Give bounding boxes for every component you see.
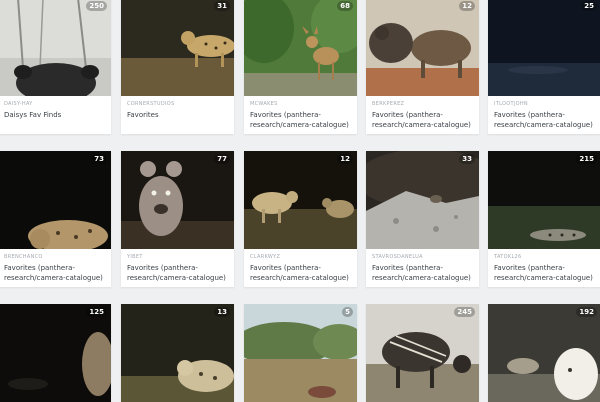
collection-card[interactable]: 125 xyxy=(0,304,111,402)
collection-thumbnail[interactable]: 245 xyxy=(366,304,479,402)
collection-title[interactable]: Favorites (panthera-research/camera-cata… xyxy=(250,110,351,130)
thumbnail-image xyxy=(0,0,111,96)
collection-thumbnail[interactable]: 31 xyxy=(121,0,234,96)
collection-owner[interactable]: tatokl26 xyxy=(494,254,595,260)
collection-owner[interactable]: itlootjohn xyxy=(494,101,595,107)
collection-title[interactable]: Favorites (panthera-research/camera-cata… xyxy=(127,263,228,283)
collection-card[interactable]: 25 itlootjohn Favorites (panthera-resear… xyxy=(488,0,600,134)
collection-card[interactable]: 250 daisy-hay Daisys Fav Finds xyxy=(0,0,111,134)
collection-title[interactable]: Favorites (panthera-research/camera-cata… xyxy=(250,263,351,283)
image-count-badge: 13 xyxy=(214,307,230,317)
collection-card[interactable]: 33 stavrosdanelua Favorites (panthera-re… xyxy=(366,151,479,287)
image-count-badge: 5 xyxy=(342,307,353,317)
collections-grid: 250 daisy-hay Daisys Fav Finds 31 corner… xyxy=(0,0,600,402)
collection-owner[interactable]: yibet xyxy=(127,254,228,260)
thumbnail-image xyxy=(366,151,479,249)
collection-owner[interactable]: berkperez xyxy=(372,101,473,107)
image-count-badge: 245 xyxy=(454,307,475,317)
collection-card[interactable]: 245 xyxy=(366,304,479,402)
collection-title[interactable]: Favorites (panthera-research/camera-cata… xyxy=(4,263,105,283)
image-count-badge: 250 xyxy=(86,1,107,11)
collection-owner[interactable]: mcwakes xyxy=(250,101,351,107)
collection-title[interactable]: Daisys Fav Finds xyxy=(4,110,105,120)
image-count-badge: 12 xyxy=(337,154,353,164)
image-count-badge: 77 xyxy=(214,154,230,164)
image-count-badge: 12 xyxy=(459,1,475,11)
image-count-badge: 73 xyxy=(91,154,107,164)
thumbnail-image xyxy=(0,304,111,402)
collection-card[interactable]: 77 yibet Favorites (panthera-research/ca… xyxy=(121,151,234,287)
thumbnail-image xyxy=(121,304,234,402)
thumbnail-image xyxy=(488,151,600,249)
collection-owner[interactable]: clarkwyz xyxy=(250,254,351,260)
collection-thumbnail[interactable]: 12 xyxy=(244,151,357,249)
image-count-badge: 68 xyxy=(337,1,353,11)
thumbnail-image xyxy=(366,304,479,402)
image-count-badge: 192 xyxy=(576,307,597,317)
collection-thumbnail[interactable]: 192 xyxy=(488,304,600,402)
image-count-badge: 33 xyxy=(459,154,475,164)
thumbnail-image xyxy=(244,151,357,249)
thumbnail-image xyxy=(488,304,600,402)
collection-card[interactable]: 31 cornerstudios Favorites xyxy=(121,0,234,134)
collection-card[interactable]: 12 clarkwyz Favorites (panthera-research… xyxy=(244,151,357,287)
collection-owner[interactable]: stavrosdanelua xyxy=(372,254,473,260)
collection-thumbnail[interactable]: 12 xyxy=(366,0,479,96)
collection-card[interactable]: 192 xyxy=(488,304,600,402)
thumbnail-image xyxy=(366,0,479,96)
thumbnail-image xyxy=(121,151,234,249)
collection-card[interactable]: 13 xyxy=(121,304,234,402)
collection-thumbnail[interactable]: 250 xyxy=(0,0,111,96)
collection-card[interactable]: 5 xyxy=(244,304,357,402)
collection-thumbnail[interactable]: 125 xyxy=(0,304,111,402)
collection-title[interactable]: Favorites (panthera-research/camera-cata… xyxy=(372,110,473,130)
collection-thumbnail[interactable]: 25 xyxy=(488,0,600,96)
collection-owner[interactable]: brenchanco xyxy=(4,254,105,260)
image-count-badge: 25 xyxy=(581,1,597,11)
collection-title[interactable]: Favorites (panthera-research/camera-cata… xyxy=(494,110,595,130)
image-count-badge: 125 xyxy=(86,307,107,317)
thumbnail-image xyxy=(488,0,600,96)
collection-title[interactable]: Favorites xyxy=(127,110,228,120)
collection-card[interactable]: 12 berkperez Favorites (panthera-researc… xyxy=(366,0,479,134)
collection-owner[interactable]: daisy-hay xyxy=(4,101,105,107)
thumbnail-image xyxy=(121,0,234,96)
image-count-badge: 31 xyxy=(214,1,230,11)
collection-title[interactable]: Favorites (panthera-research/camera-cata… xyxy=(494,263,595,283)
collection-card[interactable]: 215 tatokl26 Favorites (panthera-researc… xyxy=(488,151,600,287)
collection-thumbnail[interactable]: 77 xyxy=(121,151,234,249)
collection-title[interactable]: Favorites (panthera-research/camera-cata… xyxy=(372,263,473,283)
collection-owner[interactable]: cornerstudios xyxy=(127,101,228,107)
collection-thumbnail[interactable]: 73 xyxy=(0,151,111,249)
thumbnail-image xyxy=(244,304,357,402)
collection-card[interactable]: 68 mcwakes Favorites (panthera-research/… xyxy=(244,0,357,134)
collection-thumbnail[interactable]: 5 xyxy=(244,304,357,402)
collection-thumbnail[interactable]: 68 xyxy=(244,0,357,96)
image-count-badge: 215 xyxy=(576,154,597,164)
thumbnail-image xyxy=(0,151,111,249)
collection-thumbnail[interactable]: 33 xyxy=(366,151,479,249)
thumbnail-image xyxy=(244,0,357,96)
collection-thumbnail[interactable]: 13 xyxy=(121,304,234,402)
collection-thumbnail[interactable]: 215 xyxy=(488,151,600,249)
collection-card[interactable]: 73 brenchanco Favorites (panthera-resear… xyxy=(0,151,111,287)
